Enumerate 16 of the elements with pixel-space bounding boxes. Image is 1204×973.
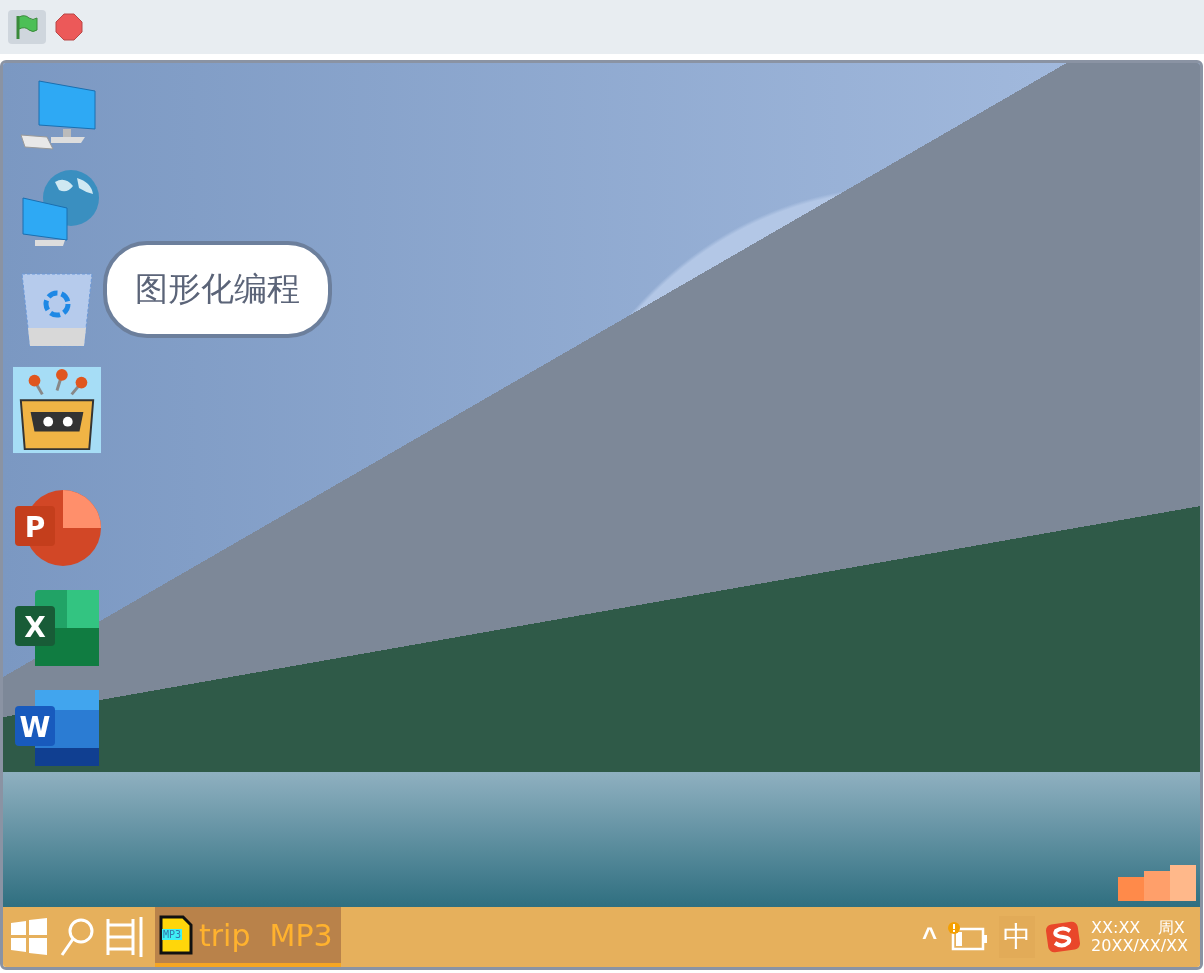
clock-weekday: 周X: [1157, 919, 1186, 937]
audio-file-icon: MP3: [159, 915, 193, 955]
stop-button[interactable]: [52, 10, 86, 44]
taskbar-app-button[interactable]: MP3 trip MP3: [155, 907, 341, 967]
task-view-icon[interactable]: [105, 917, 145, 957]
computer-icon[interactable]: [17, 77, 97, 153]
recycle-bin-icon[interactable]: [20, 270, 94, 350]
robot-icon[interactable]: [13, 366, 101, 454]
battery-icon[interactable]: [947, 921, 990, 953]
speech-bubble: 图形化编程: [103, 241, 332, 338]
clock-time: XX:XX: [1091, 919, 1142, 937]
clock-date: 20XX/XX/XX: [1091, 937, 1188, 955]
start-button[interactable]: [9, 918, 49, 956]
search-icon[interactable]: [59, 917, 95, 957]
input-method-app-icon[interactable]: [1045, 921, 1082, 953]
flag-button[interactable]: [8, 10, 46, 44]
